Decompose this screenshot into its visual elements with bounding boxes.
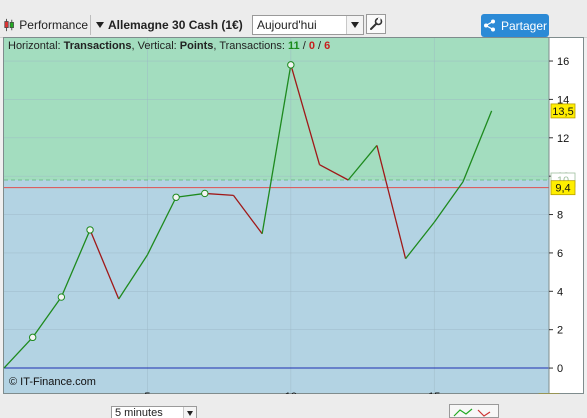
trade-marker: [57, 293, 66, 301]
chevron-down-icon: [96, 22, 104, 28]
toolbar-divider: [90, 15, 91, 35]
bottom-toolbar: 5 minutes: [0, 394, 587, 418]
chart-header: Horizontal: Transactions, Vertical: Poin…: [8, 40, 330, 52]
instrument-selector[interactable]: Allemagne 30 Cash (1€): [96, 14, 246, 36]
trade-marker: [86, 226, 94, 234]
candlestick-icon: [4, 18, 14, 32]
share-button[interactable]: Partager: [481, 14, 549, 37]
settings-button[interactable]: [366, 14, 386, 34]
horizontal-caption: Horizontal:: [8, 40, 64, 52]
dropdown-arrow-icon[interactable]: [346, 16, 363, 34]
y-axis-area: [549, 38, 583, 393]
last-value-badge: 13,5: [552, 106, 573, 118]
timeframe-value: 5 minutes: [115, 407, 163, 418]
trade-marker: [201, 189, 209, 198]
performance-button[interactable]: Performance: [3, 14, 88, 36]
performance-chart[interactable]: 0246810121416510151013,59,419 Horizontal…: [3, 37, 584, 409]
toolbar: Performance Allemagne 30 Cash (1€) Aujou…: [0, 0, 587, 38]
current-level-badge: 9,4: [555, 183, 570, 195]
trade-marker: [172, 193, 180, 201]
mini-chart-icon: [453, 408, 491, 417]
trade-marker: [287, 61, 295, 69]
losing-trades-count: 6: [324, 40, 331, 52]
horizontal-value: Transactions: [63, 40, 132, 52]
instrument-label: Allemagne 30 Cash (1€): [108, 18, 243, 32]
loss-zone: [4, 180, 549, 393]
y-tick-label: 16: [557, 56, 569, 68]
app-window: Performance Allemagne 30 Cash (1€) Aujou…: [0, 0, 587, 418]
vertical-value: Points: [179, 40, 214, 52]
y-tick-label: 4: [557, 286, 563, 298]
performance-label: Performance: [19, 18, 88, 32]
y-tick-label: 8: [557, 210, 563, 222]
mini-chart-widget[interactable]: [449, 404, 499, 418]
transactions-caption: , Transactions:: [213, 40, 289, 52]
y-tick-label: 12: [557, 133, 569, 145]
y-tick-label: 0: [557, 363, 563, 375]
share-icon: [483, 19, 495, 32]
profit-zone: [4, 38, 549, 180]
y-tick-label: 6: [557, 248, 563, 260]
dropdown-arrow-icon[interactable]: [183, 407, 196, 418]
separator: /: [314, 40, 325, 52]
copyright-text: © IT-Finance.com: [9, 376, 96, 388]
period-select[interactable]: Aujourd'hui: [252, 15, 364, 35]
winning-trades-count: 11: [288, 40, 300, 52]
period-value: Aujourd'hui: [257, 18, 317, 32]
separator: /: [299, 40, 309, 52]
y-tick-label: 2: [557, 325, 563, 337]
wrench-icon: [370, 17, 383, 30]
chart-canvas: 0246810121416510151013,59,419: [3, 38, 583, 409]
share-label: Partager: [500, 18, 548, 33]
vertical-caption: , Vertical:: [131, 40, 180, 52]
trade-marker: [28, 333, 37, 342]
timeframe-select[interactable]: 5 minutes: [111, 406, 197, 418]
